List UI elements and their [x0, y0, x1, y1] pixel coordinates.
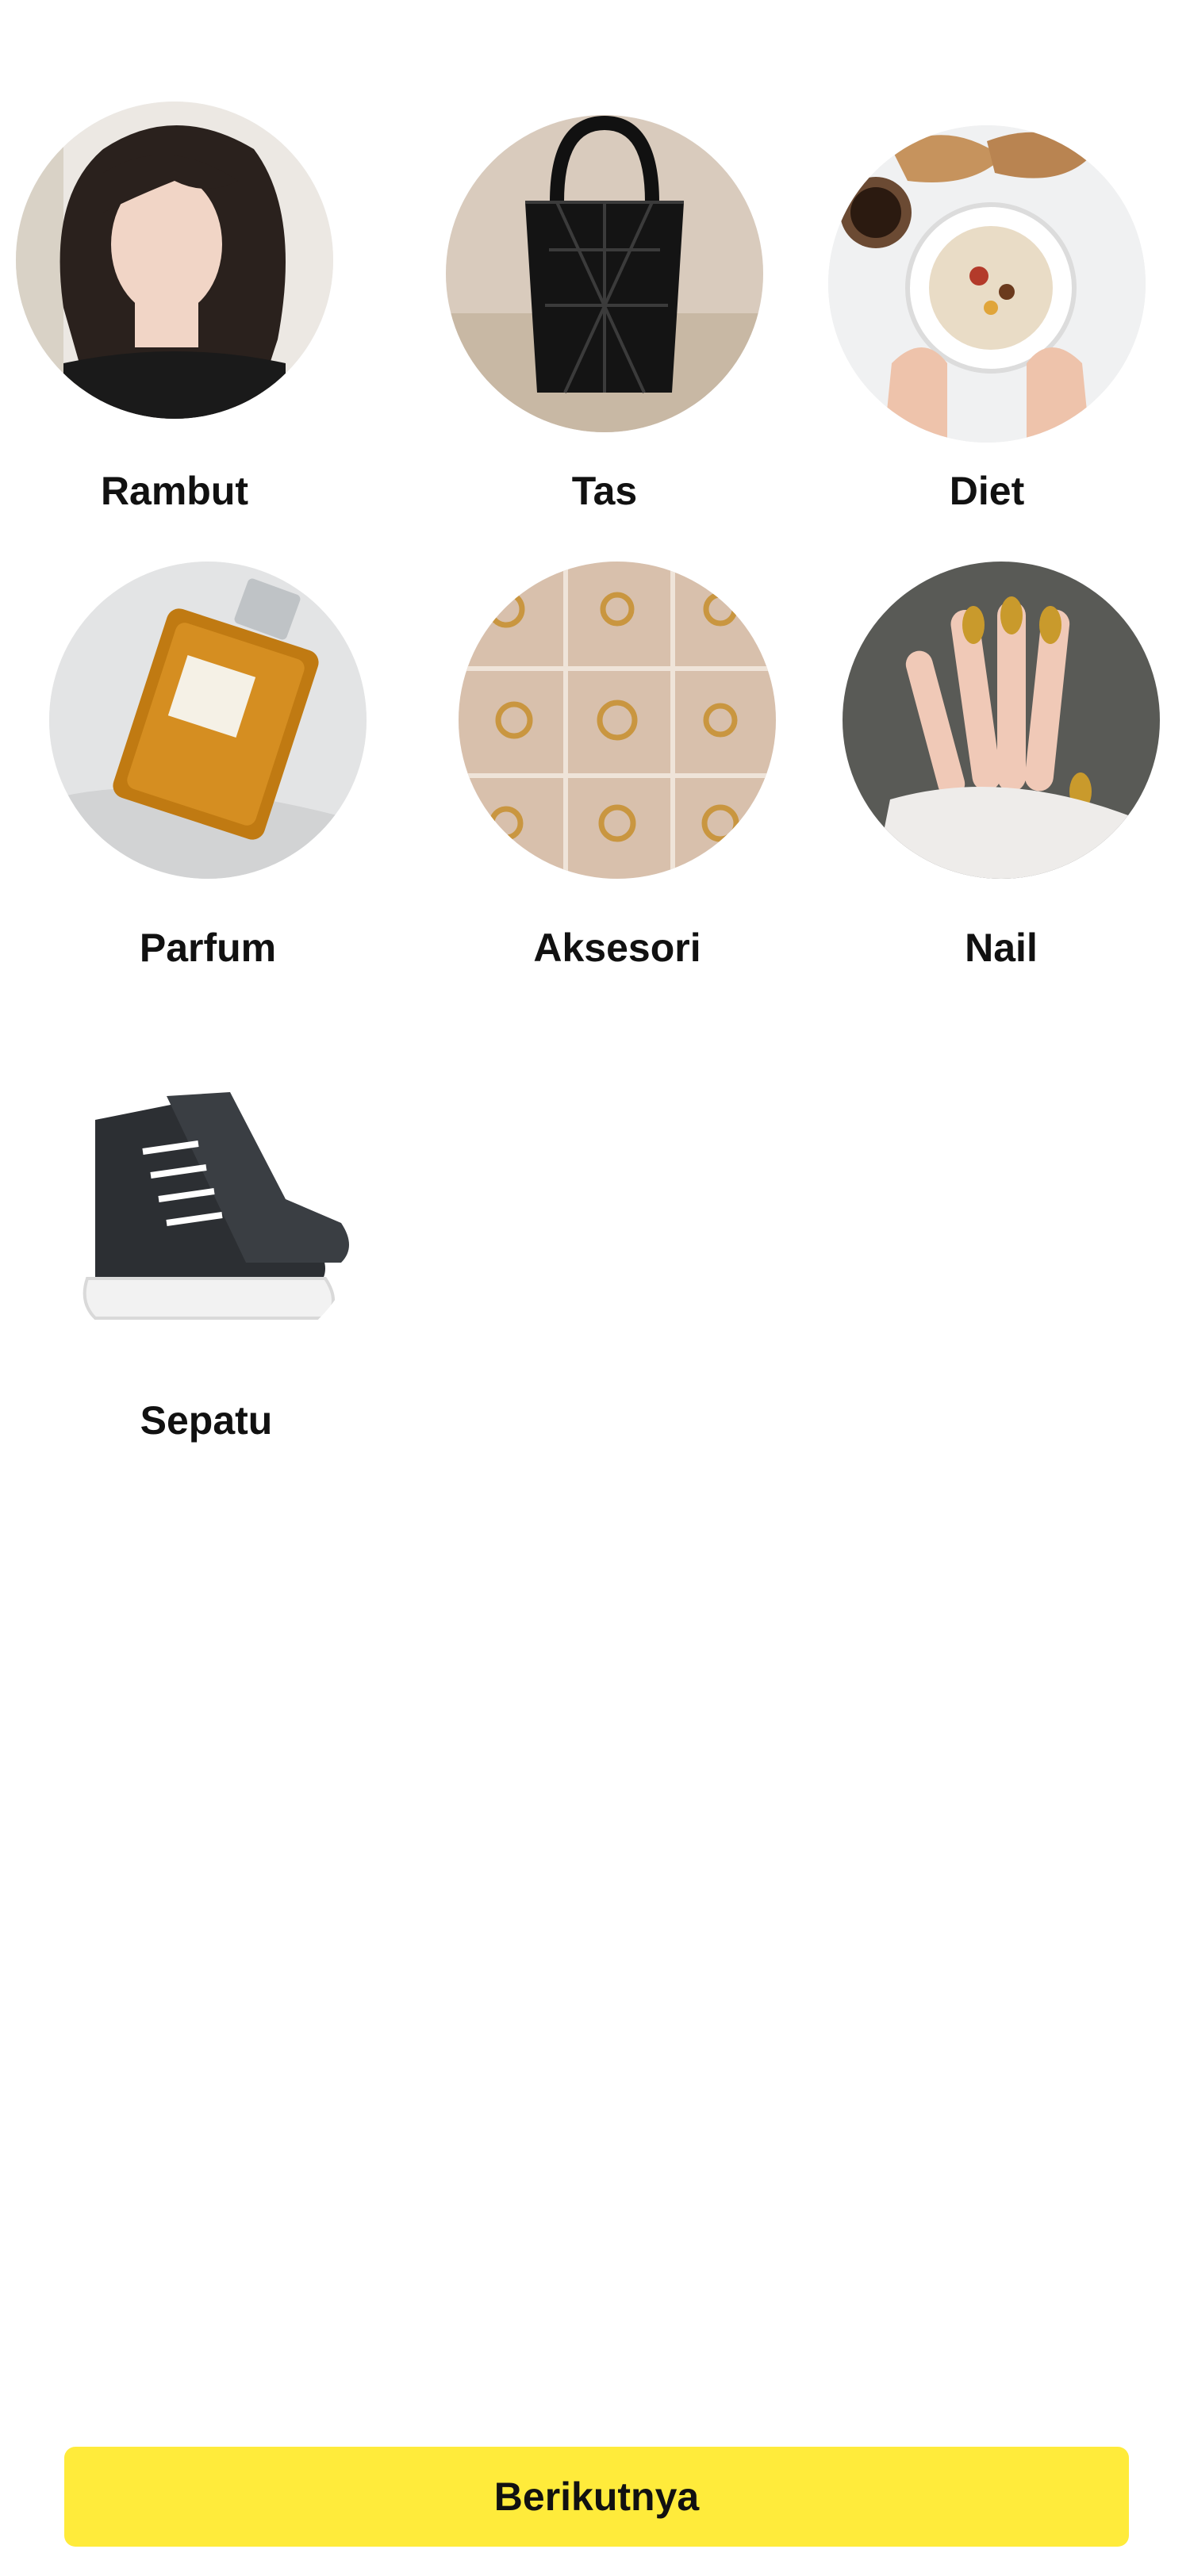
category-diet[interactable]: Diet	[828, 125, 1146, 513]
category-sepatu[interactable]: Sepatu	[48, 1048, 365, 1443]
perfume-bottle-photo-icon	[49, 562, 367, 879]
category-label: Diet	[949, 469, 1025, 513]
category-label: Sepatu	[140, 1398, 273, 1443]
category-rambut[interactable]: Rambut	[16, 102, 333, 513]
hair-photo-icon	[16, 102, 333, 419]
handbag-photo-icon	[446, 115, 763, 432]
category-nail[interactable]: Nail	[843, 562, 1160, 970]
category-aksesori[interactable]: Aksesori	[459, 562, 776, 970]
next-button[interactable]: Berikutnya	[64, 2447, 1129, 2547]
category-label: Nail	[965, 926, 1038, 970]
category-label: Rambut	[100, 469, 249, 513]
healthy-bowl-photo-icon	[828, 125, 1146, 443]
category-label: Aksesori	[533, 926, 701, 970]
sneaker-photo-icon	[48, 1048, 365, 1366]
category-tas[interactable]: Tas	[446, 115, 763, 513]
category-label: Tas	[571, 469, 638, 513]
category-label: Parfum	[139, 926, 277, 970]
manicure-nails-photo-icon	[843, 562, 1160, 879]
category-parfum[interactable]: Parfum	[49, 562, 367, 970]
rings-accessories-photo-icon	[459, 562, 776, 879]
